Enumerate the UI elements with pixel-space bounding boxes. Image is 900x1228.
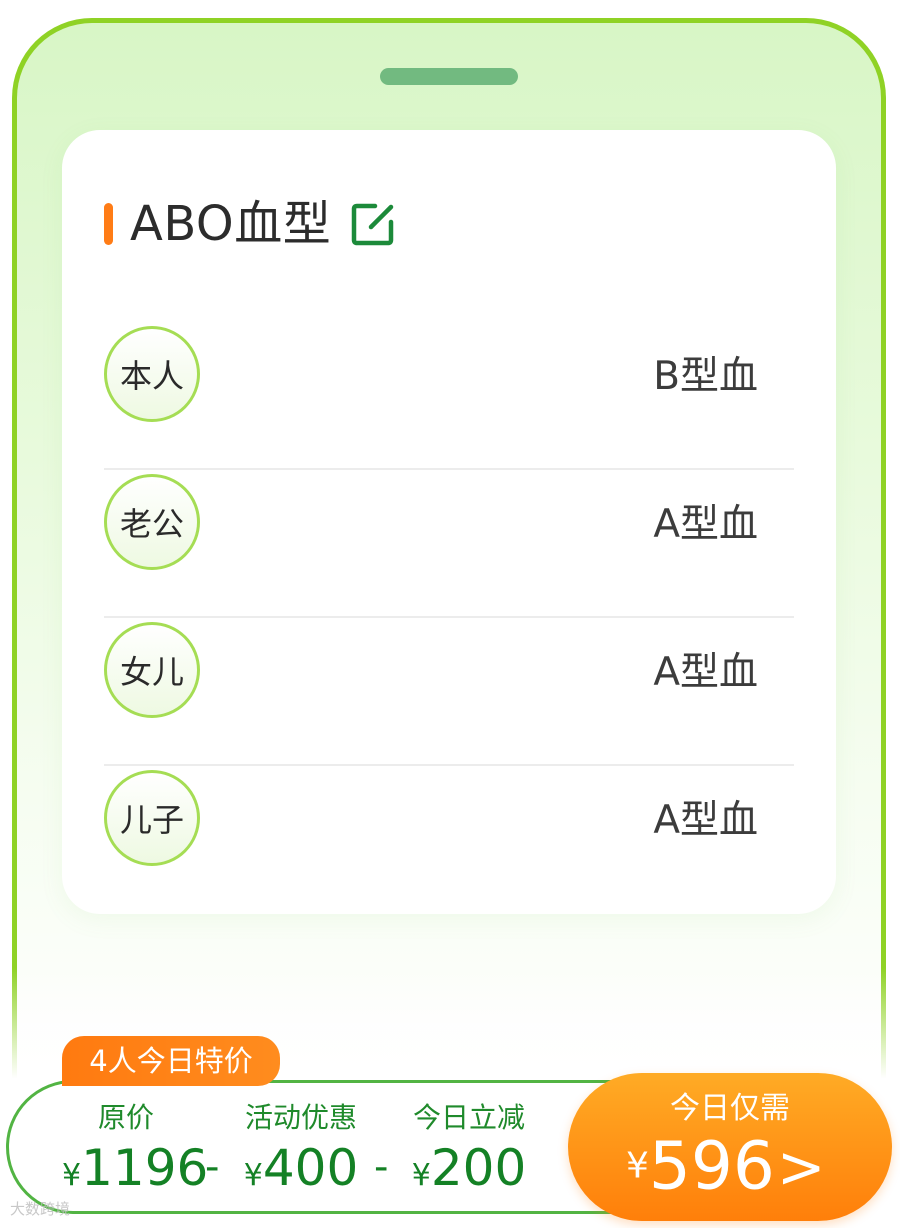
chevron-right-icon: > [776,1132,826,1201]
blood-type-value: A型血 [653,650,758,695]
watermark: 大数跨境 [10,1200,71,1218]
checkout-label: 今日仅需 [670,1091,790,1126]
activity-discount-label: 活动优惠 [244,1101,357,1134]
member-row-husband: 老公 A型血 [104,470,794,618]
instant-discount: 今日立减 ¥200 [405,1100,533,1208]
member-avatar: 本人 [104,326,200,422]
blood-type-value: B型血 [653,354,758,399]
minus-sign: - [205,1144,220,1190]
minus-sign: - [374,1144,389,1190]
member-row-self: 本人 B型血 [104,322,794,470]
member-avatar: 老公 [104,474,200,570]
instant-discount-label: 今日立减 [412,1101,525,1134]
original-price-value: ¥1196 [62,1139,209,1197]
activity-discount: 活动优惠 ¥400 [237,1100,365,1208]
instant-discount-value: ¥200 [411,1139,527,1197]
member-row-daughter: 女儿 A型血 [104,618,794,766]
phone-speaker-notch [380,68,518,85]
blood-type-card: ABO血型 本人 B型血 老公 A型血 女儿 A型血 儿子 A型血 [62,130,836,914]
title-accent-bar [104,203,113,245]
card-header: ABO血型 [104,194,397,254]
card-title: ABO血型 [130,196,332,252]
original-price: 原价 ¥1196 [62,1100,209,1208]
activity-discount-value: ¥400 [243,1139,359,1197]
original-price-label: 原价 [97,1101,154,1134]
blood-type-value: A型血 [653,502,758,547]
checkout-price: ¥596> [626,1127,826,1205]
member-avatar: 女儿 [104,622,200,718]
checkout-button[interactable]: 今日仅需 ¥596> [568,1073,892,1221]
promo-badge: 4人今日特价 [62,1036,280,1086]
blood-type-value: A型血 [653,798,758,843]
member-list: 本人 B型血 老公 A型血 女儿 A型血 儿子 A型血 [104,322,794,912]
member-row-son: 儿子 A型血 [104,766,794,912]
edit-icon[interactable] [349,200,397,248]
member-avatar: 儿子 [104,770,200,866]
